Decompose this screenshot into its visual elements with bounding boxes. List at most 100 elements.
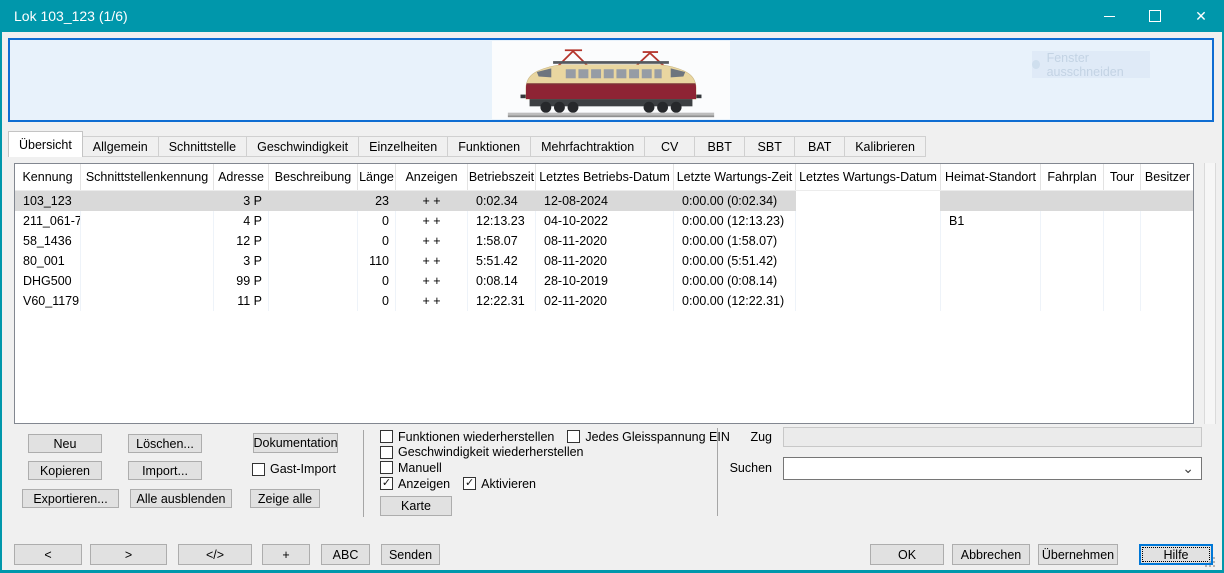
kopieren-button[interactable]: Kopieren [28,461,102,480]
table-cell [796,251,941,271]
tab-funktionen[interactable]: Funktionen [448,136,531,157]
tab-bbt[interactable]: BBT [695,136,745,157]
table-cell: 12-08-2024 [536,191,674,211]
manuell-checkbox[interactable]: Manuell [380,461,442,475]
checkbox-label: Funktionen wiederherstellen [398,430,554,444]
table-row[interactable]: 211_061-74 P0+ +12:13.2304-10-20220:00.0… [15,211,1193,231]
nav-button-4[interactable]: + [262,544,310,565]
table-cell: 0:00.00 (0:08.14) [674,271,796,291]
tab-cv[interactable]: CV [645,136,695,157]
checkbox-label: Anzeigen [398,477,450,491]
table-cell [1141,231,1194,251]
ok-button[interactable]: OK [870,544,944,565]
column-header[interactable]: Fahrplan [1041,164,1104,190]
table-cell: 3 P [214,191,269,211]
table-cell: + + [396,191,468,211]
options-lines: Funktionen wiederherstellenJedes Gleissp… [380,429,730,491]
table-row[interactable]: 80_0013 P110+ +5:51.4208-11-20200:00.00 … [15,251,1193,271]
table-body: 103_1233 P23+ +0:02.3412-08-20240:00.00 … [15,191,1193,311]
import-button[interactable]: Import... [128,461,202,480]
table-cell [81,271,214,291]
options-line: Geschwindigkeit wiederherstellen [380,445,730,461]
suchen-combobox[interactable]: ⌄ [783,457,1202,480]
geschwindigkeit-wiederherstellen-checkbox[interactable]: Geschwindigkeit wiederherstellen [380,445,584,459]
table-row[interactable]: 58_143612 P0+ +1:58.0708-11-20200:00.00 … [15,231,1193,251]
dokumentation-button[interactable]: Dokumentation [253,433,338,453]
table-cell: 0:00.00 (0:02.34) [674,191,796,211]
table-cell [1104,271,1141,291]
tab-kalibrieren[interactable]: Kalibrieren [845,136,926,157]
tab-sbt[interactable]: SBT [745,136,795,157]
tab-bat[interactable]: BAT [795,136,845,157]
table-cell: 12 P [214,231,269,251]
nav-button-6[interactable]: Senden [381,544,440,565]
table-cell [81,211,214,231]
anzeigen-checkbox[interactable]: ✓Anzeigen [380,477,450,491]
column-header[interactable]: Tour [1104,164,1141,190]
funktionen-wiederherstellen-checkbox[interactable]: Funktionen wiederherstellen [380,430,554,444]
table-cell [1041,251,1104,271]
abbrechen-button[interactable]: Abbrechen [952,544,1030,565]
column-header[interactable]: Letztes Wartungs-Datum [796,164,941,190]
tab-übersicht[interactable]: Übersicht [8,131,83,157]
table-cell [1104,291,1141,311]
loeschen-button[interactable]: Löschen... [128,434,202,453]
nav-button-3[interactable]: </> [178,544,252,565]
column-header[interactable]: Heimat-Standort [941,164,1041,190]
table-cell: 0:00.00 (1:58.07) [674,231,796,251]
maximize-button[interactable] [1132,0,1178,32]
zug-field [783,427,1202,447]
table-cell [269,291,358,311]
checkbox-box: ✓ [463,477,476,490]
table-cell [81,231,214,251]
tab-mehrfachtraktion[interactable]: Mehrfachtraktion [531,136,645,157]
column-header[interactable]: Betriebszeit [468,164,536,190]
nav-button-2[interactable]: > [90,544,167,565]
column-header[interactable]: Letzte Wartungs-Zeit [674,164,796,190]
column-header[interactable]: Schnittstellenkennung [81,164,214,190]
table-cell [1041,271,1104,291]
column-header[interactable]: Beschreibung [269,164,358,190]
resize-grip[interactable] [1202,554,1216,568]
karte-button[interactable]: Karte [380,496,452,516]
tab-schnittstelle[interactable]: Schnittstelle [159,136,247,157]
minimize-button[interactable] [1086,0,1132,32]
column-header[interactable]: Adresse [214,164,269,190]
column-header[interactable]: Länge [358,164,396,190]
close-button[interactable]: ✕ [1178,0,1224,32]
tab-strip: ÜbersichtAllgemeinSchnittstelleGeschwind… [8,131,926,157]
table-cell: 211_061-7 [15,211,81,231]
table-cell [1104,251,1141,271]
nav-button-5[interactable]: ABC [321,544,370,565]
table-cell [1141,291,1194,311]
titlebar[interactable]: Lok 103_123 (1/6) ✕ [0,0,1224,32]
table-cell [941,291,1041,311]
aktivieren-checkbox[interactable]: ✓ Aktivieren [463,477,536,491]
column-header[interactable]: Anzeigen [396,164,468,190]
zeige-alle-button[interactable]: Zeige alle [250,489,320,508]
table-scrollbar[interactable] [1204,163,1216,424]
tab-einzelheiten[interactable]: Einzelheiten [359,136,448,157]
table-cell [1104,211,1141,231]
neu-button[interactable]: Neu [28,434,102,453]
nav-button-1[interactable]: < [14,544,82,565]
table-row[interactable]: 103_1233 P23+ +0:02.3412-08-20240:00.00 … [15,191,1193,211]
table-row[interactable]: V60_117911 P0+ +12:22.3102-11-20200:00.0… [15,291,1193,311]
table-row[interactable]: DHG50099 P0+ +0:08.1428-10-20190:00.00 (… [15,271,1193,291]
exportieren-button[interactable]: Exportieren... [22,489,119,508]
column-header[interactable]: Letztes Betriebs-Datum [536,164,674,190]
tab-geschwindigkeit[interactable]: Geschwindigkeit [247,136,359,157]
checkbox-label: Aktivieren [481,477,536,491]
-bernehmen-button[interactable]: Übernehmen [1038,544,1118,565]
checkbox-label: Geschwindigkeit wiederherstellen [398,445,584,459]
table-cell [941,251,1041,271]
table-cell: 28-10-2019 [536,271,674,291]
column-header[interactable]: Besitzer [1141,164,1194,190]
table-cell: 23 [358,191,396,211]
column-header[interactable]: Kennung [15,164,81,190]
window-title: Lok 103_123 (1/6) [0,8,128,24]
tab-allgemein[interactable]: Allgemein [83,136,159,157]
alle-ausblenden-button[interactable]: Alle ausblenden [130,489,232,508]
table-cell [269,191,358,211]
gast-import-checkbox[interactable]: Gast-Import [252,462,336,476]
